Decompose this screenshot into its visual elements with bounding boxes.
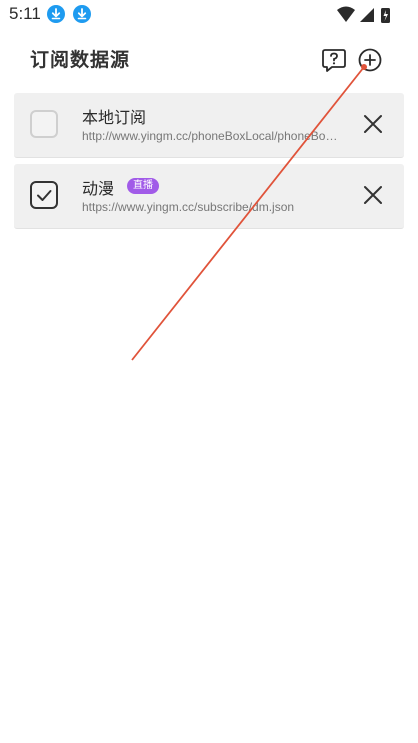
help-chat-icon[interactable] [320, 46, 348, 74]
source-name: 动漫 [82, 179, 115, 198]
source-url: http://www.yingm.cc/phoneBoxLocal/phoneB… [82, 129, 338, 143]
source-checkbox-checked[interactable] [30, 181, 58, 209]
download-icon [73, 5, 91, 23]
download-icon [47, 5, 65, 23]
add-circle-icon[interactable] [357, 47, 383, 73]
checkmark-icon [37, 190, 52, 201]
status-bar: 5:11 [0, 0, 418, 30]
source-checkbox-unchecked[interactable] [30, 110, 58, 138]
page-title: 订阅数据源 [30, 49, 131, 71]
source-name: 本地订阅 [82, 108, 147, 127]
close-icon[interactable] [362, 184, 384, 206]
source-url: https://www.yingm.cc/subscribe/dm.json [82, 200, 295, 214]
wifi-icon [337, 6, 355, 22]
close-icon[interactable] [362, 113, 384, 135]
system-status-icons [337, 6, 390, 23]
screen: 5:11 订阅数据源 本地订阅 http://www.yingm.cc/phon… [0, 0, 418, 743]
status-time: 5:11 [9, 4, 41, 23]
signal-icon [360, 8, 374, 22]
live-badge: 直播 [127, 178, 159, 194]
source-item-anime[interactable]: 动漫 直播 https://www.yingm.cc/subscribe/dm.… [14, 164, 404, 229]
source-item-local[interactable]: 本地订阅 http://www.yingm.cc/phoneBoxLocal/p… [14, 93, 404, 158]
